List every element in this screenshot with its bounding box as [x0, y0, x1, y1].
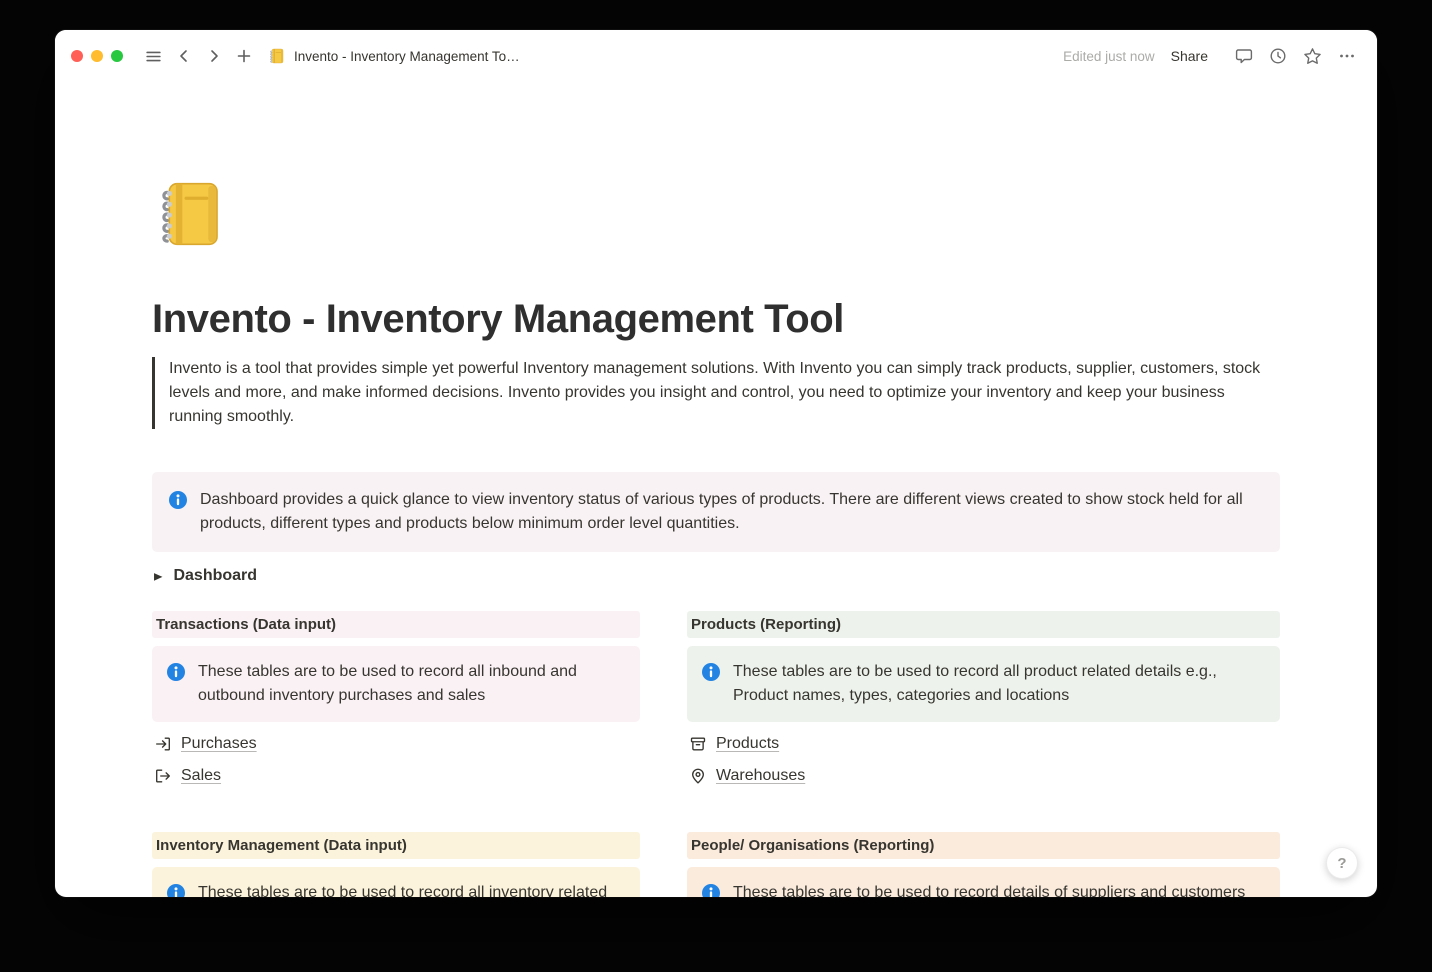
products-links: Products Warehouses	[687, 730, 1280, 790]
minimize-window-button[interactable]	[91, 50, 103, 62]
section-inventory-management: Inventory Management (Data input) These …	[152, 832, 640, 897]
enter-icon	[154, 735, 172, 753]
section-heading-products: Products (Reporting)	[687, 611, 1280, 638]
hamburger-icon	[145, 48, 162, 65]
close-window-button[interactable]	[71, 50, 83, 62]
products-callout-text: These tables are to be used to record al…	[733, 660, 1272, 708]
section-heading-people: People/ Organisations (Reporting)	[687, 832, 1280, 859]
link-products[interactable]: Products	[687, 730, 1280, 758]
warehouses-link-label: Warehouses	[716, 767, 805, 785]
plus-icon	[236, 48, 252, 64]
purchases-link-label: Purchases	[181, 735, 257, 753]
star-icon	[1303, 47, 1322, 66]
page-content: Invento - Inventory Management Tool Inve…	[55, 82, 1377, 897]
new-tab-button[interactable]	[232, 44, 256, 68]
forward-button[interactable]	[202, 44, 226, 68]
section-heading-transactions: Transactions (Data input)	[152, 611, 640, 638]
notebook-emoji-icon	[268, 47, 286, 65]
transactions-callout-text: These tables are to be used to record al…	[198, 660, 632, 708]
traffic-lights	[71, 50, 123, 62]
info-icon	[701, 883, 721, 897]
history-button[interactable]	[1266, 44, 1290, 68]
comments-button[interactable]	[1232, 44, 1256, 68]
section-people-organisations: People/ Organisations (Reporting) These …	[687, 832, 1280, 897]
products-link-label: Products	[716, 735, 779, 753]
section-heading-inventory: Inventory Management (Data input)	[152, 832, 640, 859]
sales-link-label: Sales	[181, 767, 221, 785]
comment-bubble-icon	[1235, 47, 1253, 65]
quote-block: Invento is a tool that provides simple y…	[152, 357, 1280, 429]
link-warehouses[interactable]: Warehouses	[687, 762, 1280, 790]
products-callout: These tables are to be used to record al…	[687, 646, 1280, 722]
inventory-callout: These tables are to be used to record al…	[152, 867, 640, 897]
transactions-callout: These tables are to be used to record al…	[152, 646, 640, 722]
desktop-background: Invento - Inventory Management To… Edite…	[0, 0, 1432, 972]
dashboard-callout-text: Dashboard provides a quick glance to vie…	[200, 488, 1264, 536]
help-button[interactable]: ?	[1326, 847, 1358, 879]
zoom-window-button[interactable]	[111, 50, 123, 62]
chevron-right-icon	[206, 48, 222, 64]
dashboard-toggle[interactable]: ▶ Dashboard	[152, 562, 1280, 590]
app-window: Invento - Inventory Management To… Edite…	[55, 30, 1377, 897]
section-transactions: Transactions (Data input) These tables a…	[152, 611, 640, 794]
share-button[interactable]: Share	[1171, 48, 1208, 64]
people-callout-text: These tables are to be used to record de…	[733, 881, 1245, 897]
clock-icon	[1269, 47, 1287, 65]
dashboard-toggle-label: Dashboard	[173, 567, 257, 585]
sidebar-menu-button[interactable]	[141, 44, 166, 69]
quote-text: Invento is a tool that provides simple y…	[169, 357, 1280, 429]
toggle-arrow-icon[interactable]: ▶	[154, 570, 162, 582]
chevron-left-icon	[176, 48, 192, 64]
sections-grid: Transactions (Data input) These tables a…	[152, 611, 1280, 897]
link-sales[interactable]: Sales	[152, 762, 640, 790]
transactions-links: Purchases Sales	[152, 730, 640, 790]
page-title: Invento - Inventory Management Tool	[152, 295, 1280, 343]
window-titlebar: Invento - Inventory Management To… Edite…	[55, 30, 1377, 82]
window-title: Invento - Inventory Management To…	[294, 49, 520, 64]
location-pin-icon	[689, 767, 707, 785]
link-purchases[interactable]: Purchases	[152, 730, 640, 758]
archive-icon	[689, 735, 707, 753]
page-icon-notebook[interactable]	[152, 175, 230, 253]
more-options-button[interactable]	[1335, 44, 1359, 68]
people-callout: These tables are to be used to record de…	[687, 867, 1280, 897]
info-icon	[166, 662, 186, 682]
info-icon	[166, 883, 186, 897]
edited-status: Edited just now	[1063, 49, 1155, 64]
dashboard-callout: Dashboard provides a quick glance to vie…	[152, 472, 1280, 552]
back-button[interactable]	[172, 44, 196, 68]
favorite-button[interactable]	[1300, 44, 1325, 69]
ellipsis-icon	[1338, 47, 1356, 65]
exit-icon	[154, 767, 172, 785]
info-icon	[168, 490, 188, 510]
section-products: Products (Reporting) These tables are to…	[687, 611, 1280, 794]
inventory-callout-text: These tables are to be used to record al…	[198, 881, 632, 897]
info-icon	[701, 662, 721, 682]
